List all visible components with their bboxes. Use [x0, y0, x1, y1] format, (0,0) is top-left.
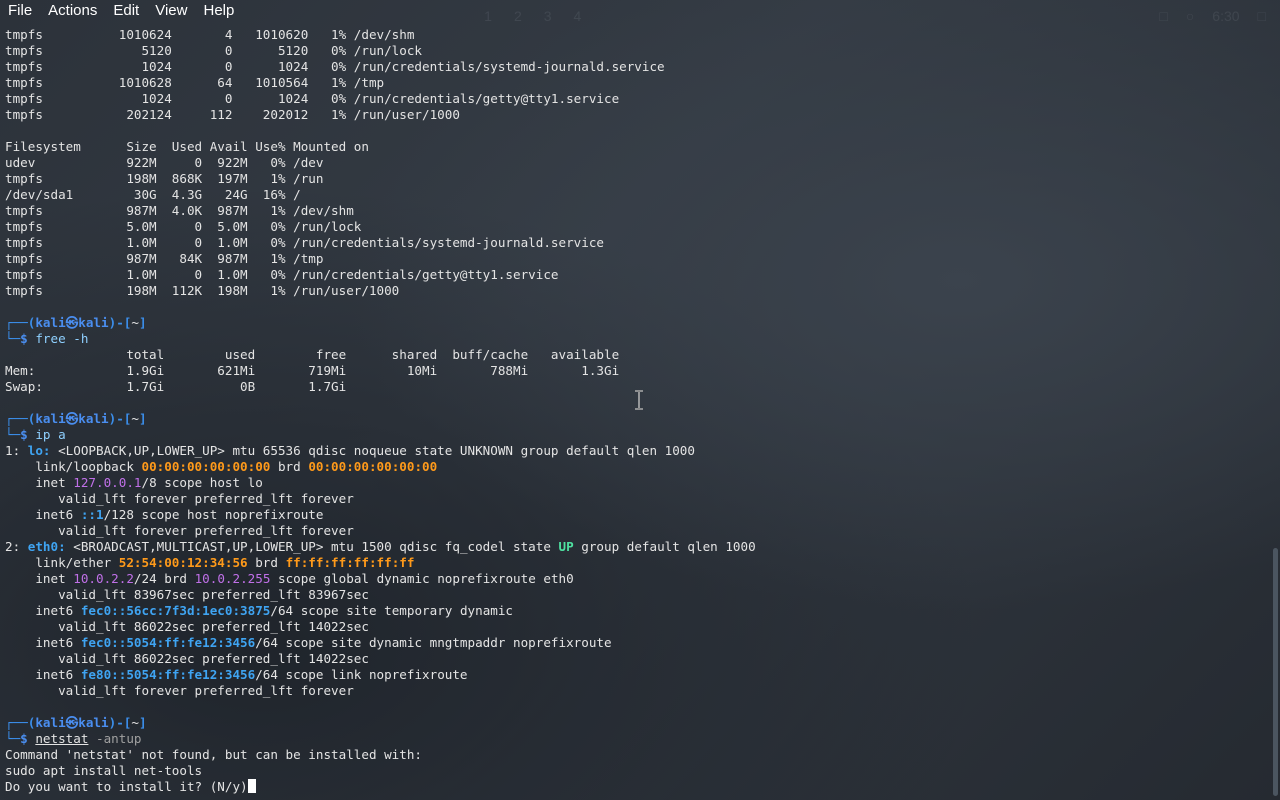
df-row: tmpfs 987M 84K 987M 1% /tmp: [5, 251, 324, 266]
df-row: tmpfs 198M 112K 198M 1% /run/user/1000: [5, 283, 400, 298]
terminal-output[interactable]: tmpfs 1010624 4 1010620 1% /dev/shm tmpfs…: [5, 27, 1266, 795]
df-row: tmpfs 5120 0 5120 0% /run/lock: [5, 43, 423, 58]
df-row: tmpfs 5.0M 0 5.0M 0% /run/lock: [5, 219, 362, 234]
df-row: tmpfs 1010628 64 1010564 1% /tmp: [5, 75, 385, 90]
ip-eth0-inet: inet 10.0.2.2/24 brd 10.0.2.255 scope gl…: [5, 571, 574, 586]
df-row: tmpfs 1024 0 1024 0% /run/credentials/ge…: [5, 91, 620, 106]
output-line: sudo apt install net-tools: [5, 763, 203, 778]
output-line: Command 'netstat' not found, but can be …: [5, 747, 423, 762]
df-row: tmpfs 987M 4.0K 987M 1% /dev/shm: [5, 203, 354, 218]
menu-edit[interactable]: Edit: [105, 0, 147, 22]
menu-help[interactable]: Help: [195, 0, 242, 22]
menu-view[interactable]: View: [147, 0, 195, 22]
command-line: └─$ free -h: [5, 331, 89, 346]
command-line: └─$ ip a: [5, 427, 66, 442]
df-row: tmpfs 1024 0 1024 0% /run/credentials/sy…: [5, 59, 665, 74]
menu-actions[interactable]: Actions: [40, 0, 105, 22]
ip-eth0-inet6: inet6 fec0::56cc:7f3d:1ec0:3875/64 scope…: [5, 603, 514, 618]
prompt-line: ┌──(kali㉿kali)-[~]: [5, 315, 147, 330]
ip-eth0-valid: valid_lft forever preferred_lft forever: [5, 683, 354, 698]
terminal-menubar: File Actions Edit View Help: [0, 0, 1280, 22]
df-row: tmpfs 1.0M 0 1.0M 0% /run/credentials/ge…: [5, 267, 559, 282]
ip-eth0-valid: valid_lft 83967sec preferred_lft 83967se…: [5, 587, 369, 602]
df-row: tmpfs 1010624 4 1010620 1% /dev/shm: [5, 27, 415, 42]
df-row: udev 922M 0 922M 0% /dev: [5, 155, 324, 170]
ip-lo: 1: lo: <LOOPBACK,UP,LOWER_UP> mtu 65536 …: [5, 443, 695, 458]
text-cursor-icon: [635, 390, 643, 410]
free-header: total used free shared buff/cache availa…: [5, 347, 620, 362]
prompt-line: ┌──(kali㉿kali)-[~]: [5, 411, 147, 426]
ip-lo-link: link/loopback 00:00:00:00:00:00 brd 00:0…: [5, 459, 438, 474]
menu-file[interactable]: File: [0, 0, 40, 22]
ip-lo-valid: valid_lft forever preferred_lft forever: [5, 491, 354, 506]
ip-lo-valid: valid_lft forever preferred_lft forever: [5, 523, 354, 538]
ip-lo-inet: inet 127.0.0.1/8 scope host lo: [5, 475, 263, 490]
df-row: /dev/sda1 30G 4.3G 24G 16% /: [5, 187, 301, 202]
df-row: tmpfs 1.0M 0 1.0M 0% /run/credentials/sy…: [5, 235, 604, 250]
command-line: └─$ netstat -antup: [5, 731, 142, 746]
free-mem: Mem: 1.9Gi 621Mi 719Mi 10Mi 788Mi 1.3Gi: [5, 363, 620, 378]
ip-eth0-valid: valid_lft 86022sec preferred_lft 14022se…: [5, 619, 369, 634]
terminal-cursor: [247, 779, 256, 793]
df-row: tmpfs 202124 112 202012 1% /run/user/100…: [5, 107, 460, 122]
ip-eth0: 2: eth0: <BROADCAST,MULTICAST,UP,LOWER_U…: [5, 539, 756, 554]
prompt-line: ┌──(kali㉿kali)-[~]: [5, 715, 147, 730]
ip-eth0-link: link/ether 52:54:00:12:34:56 brd ff:ff:f…: [5, 555, 415, 570]
ip-lo-inet6: inet6 ::1/128 scope host noprefixroute: [5, 507, 324, 522]
ip-eth0-valid: valid_lft 86022sec preferred_lft 14022se…: [5, 651, 369, 666]
ip-eth0-inet6: inet6 fec0::5054:ff:fe12:3456/64 scope s…: [5, 635, 612, 650]
df-row: tmpfs 198M 868K 197M 1% /run: [5, 171, 324, 186]
ip-eth0-inet6: inet6 fe80::5054:ff:fe12:3456/64 scope l…: [5, 667, 468, 682]
scrollbar[interactable]: [1273, 548, 1278, 796]
install-prompt: Do you want to install it? (N/y): [5, 779, 1266, 795]
df-header: Filesystem Size Used Avail Use% Mounted …: [5, 139, 369, 154]
